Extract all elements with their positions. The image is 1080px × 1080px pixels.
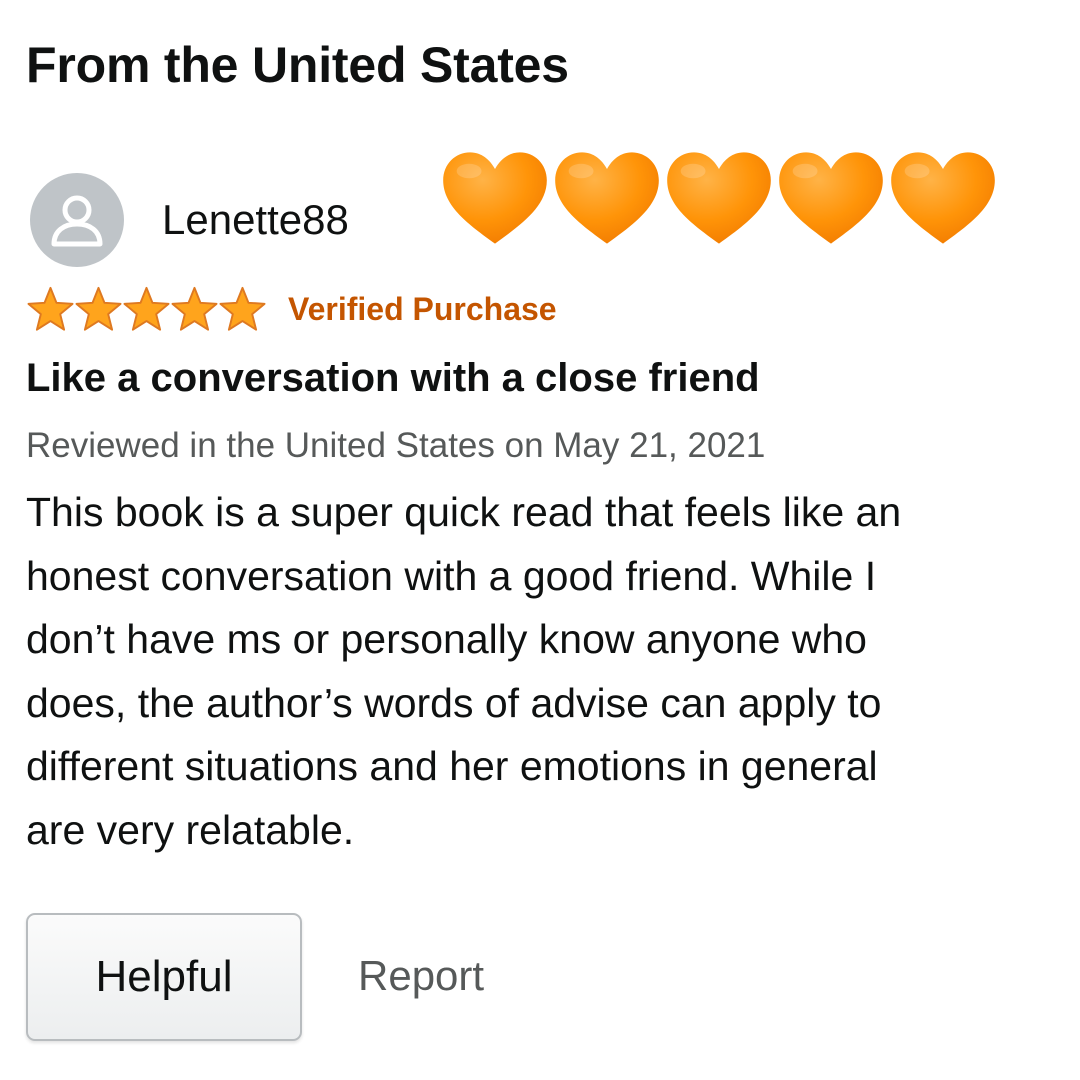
helpful-button[interactable]: Helpful — [26, 913, 302, 1041]
review-date: Reviewed in the United States on May 21,… — [26, 426, 766, 465]
review-body-line: honest conversation with a good friend. … — [26, 552, 877, 599]
star-icon — [123, 286, 170, 331]
report-link[interactable]: Report — [358, 952, 484, 1000]
orange-heart-icon — [667, 152, 771, 244]
avatar — [30, 173, 124, 267]
review-body-line: This book is a super quick read that fee… — [26, 489, 902, 535]
section-title: From the United States — [26, 37, 569, 93]
verified-purchase-badge: Verified Purchase — [288, 290, 557, 327]
reviewer-profile[interactable]: Lenette88 — [30, 172, 349, 268]
star-icon — [171, 286, 218, 331]
review-title[interactable]: Like a conversation with a close friend — [26, 356, 760, 401]
review-body: This book is a super quick read that fee… — [26, 481, 1066, 862]
review-body-line: different situations and her emotions in… — [26, 743, 878, 789]
orange-heart-icon — [891, 152, 995, 244]
user-silhouette-icon — [51, 195, 103, 247]
reviewer-name[interactable]: Lenette88 — [162, 196, 349, 244]
heart-reactions — [438, 142, 998, 254]
star-icon — [27, 286, 74, 331]
orange-heart-icon — [443, 152, 547, 244]
review-body-line: are very relatable. — [26, 806, 355, 853]
star-icon — [75, 286, 122, 331]
orange-heart-icon — [555, 152, 659, 244]
star-rating[interactable] — [26, 286, 266, 332]
review-body-line: don’t have ms or personally know anyone … — [26, 616, 867, 662]
rating-row: Verified Purchase — [26, 286, 557, 332]
orange-heart-icon — [779, 152, 883, 244]
review-body-line: does, the author’s words of advise can a… — [26, 679, 882, 726]
star-icon — [219, 286, 266, 331]
